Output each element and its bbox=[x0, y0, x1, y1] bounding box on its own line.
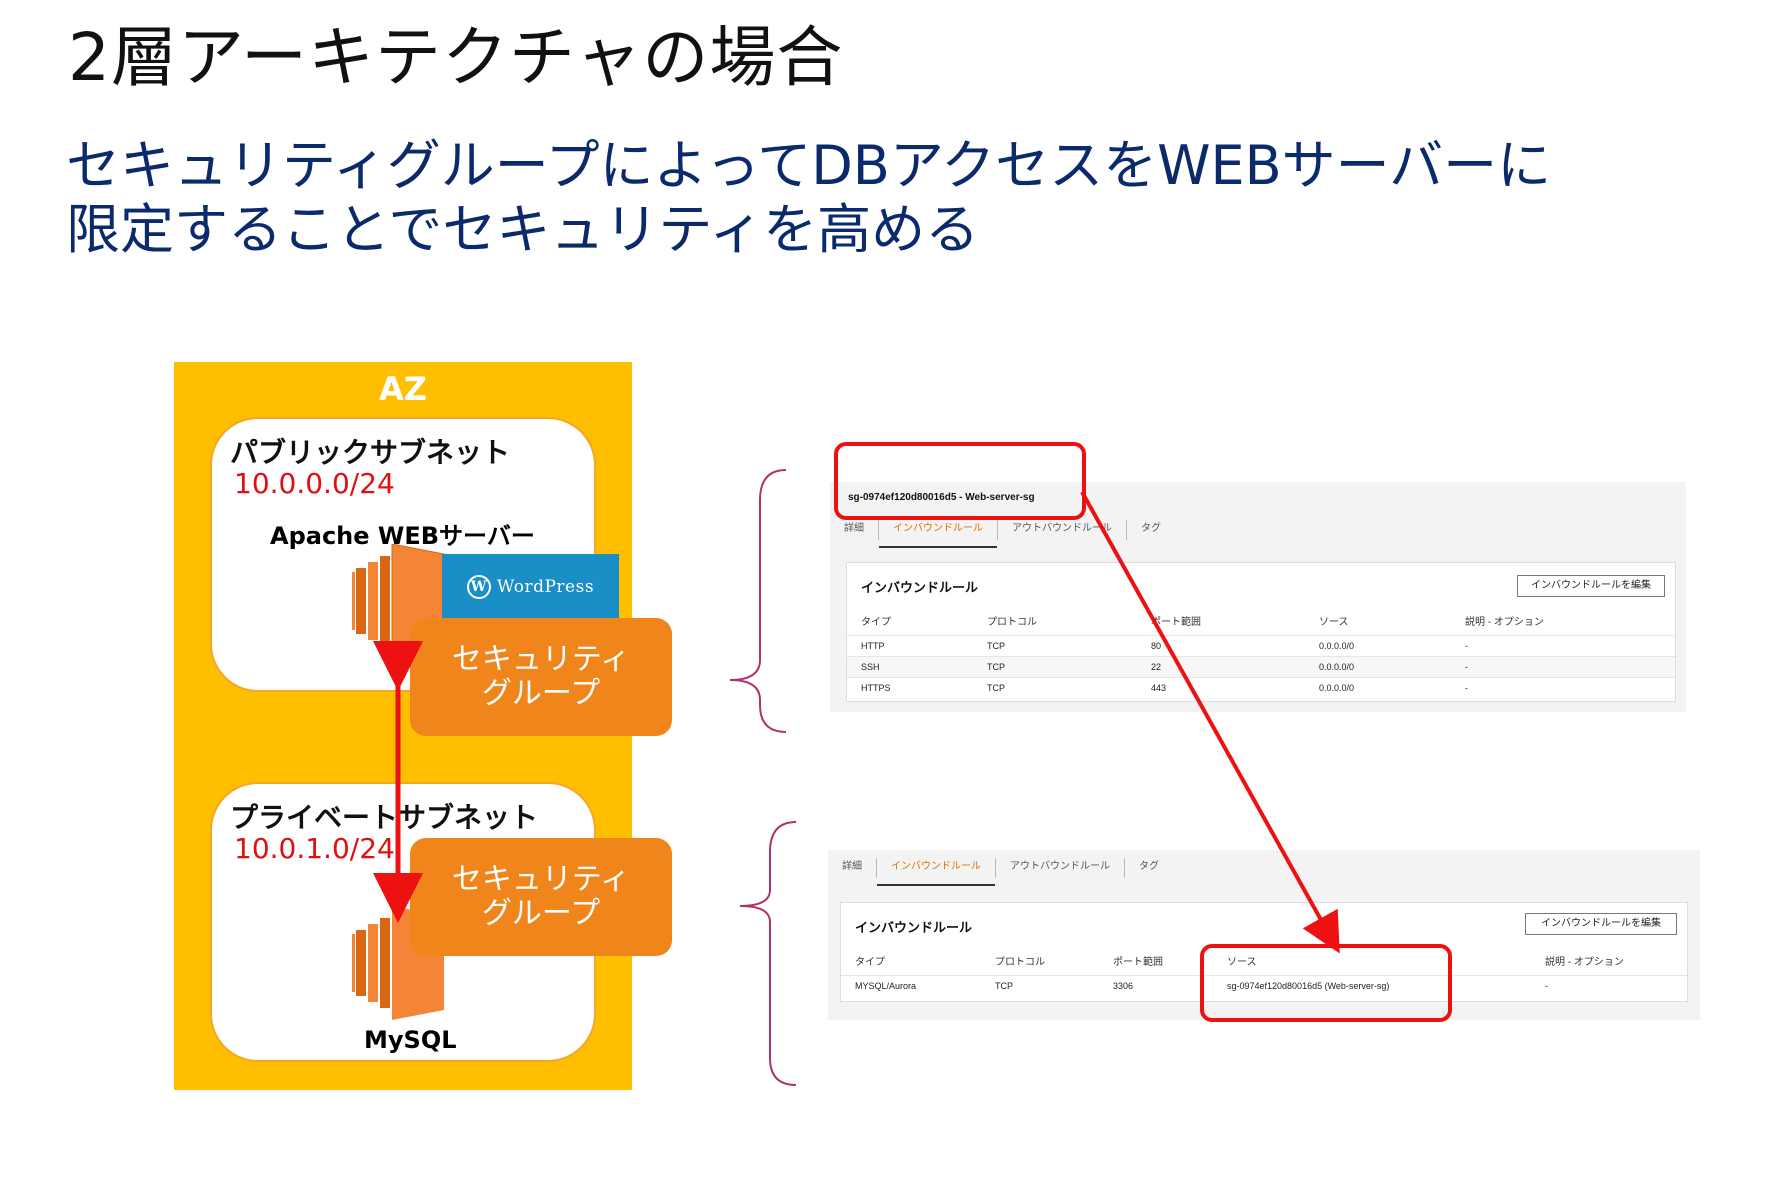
connector-overlay bbox=[373, 469, 1340, 1086]
brace-bottom bbox=[739, 821, 797, 1086]
brace-top bbox=[729, 469, 787, 733]
reference-arrow bbox=[1080, 491, 1340, 954]
